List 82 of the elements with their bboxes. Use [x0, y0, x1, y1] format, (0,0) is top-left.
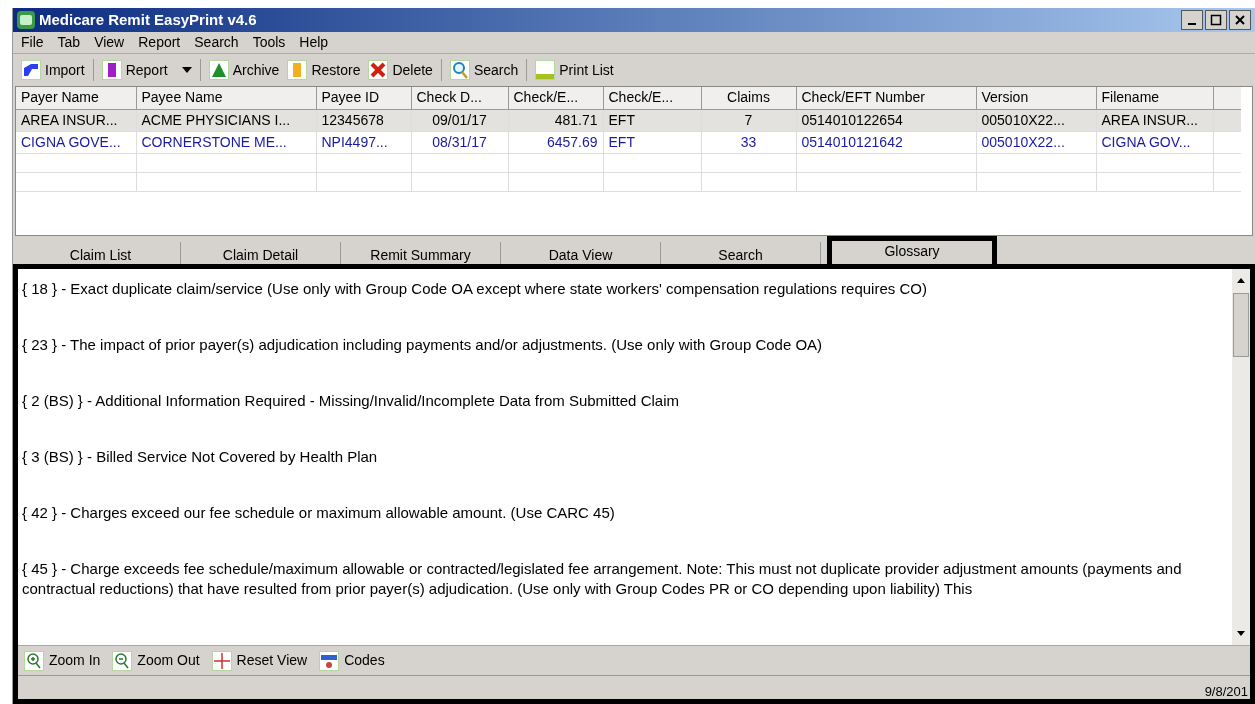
- table-cell: AREA INSUR...: [16, 109, 136, 131]
- close-button[interactable]: [1229, 10, 1251, 30]
- table-cell: 6457.69: [508, 131, 603, 153]
- column-header[interactable]: Version: [976, 87, 1096, 109]
- search-icon: [449, 60, 470, 80]
- maximize-icon: [1210, 14, 1222, 26]
- status-date: 9/8/201: [1204, 685, 1249, 699]
- table-cell: 0514010121642: [796, 131, 976, 153]
- table-cell: 005010X22...: [976, 131, 1096, 153]
- glossary-entry: { 3 (BS) } - Billed Service Not Covered by Health Plan: [22, 447, 379, 467]
- menu-item[interactable]: View: [94, 32, 125, 53]
- menu-item[interactable]: Search: [194, 32, 239, 53]
- column-header[interactable]: Check/E...: [603, 87, 701, 109]
- table-cell: 005010X22...: [976, 109, 1096, 131]
- window-title: Medicare Remit EasyPrint v4.6: [39, 9, 257, 30]
- table-cell: CIGNA GOV...: [1096, 131, 1213, 153]
- toolbar-button[interactable]: Report: [97, 57, 196, 83]
- tab[interactable]: Claim List: [21, 242, 181, 264]
- menu-item[interactable]: Tools: [252, 32, 286, 53]
- table-cell: AREA INSUR...: [1096, 109, 1213, 131]
- app-logo-icon: [17, 11, 35, 29]
- codes-icon: [319, 650, 340, 671]
- table-cell: 08/31/17: [411, 131, 508, 153]
- table-cell: 0514010122654: [796, 109, 976, 131]
- glossary-entry: { 45 } - Charge exceeds fee schedule/maximum allowable or contracted/legislated fee arrangement. Note: This must not duplicate provider adjustment amounts (payments and contractual reductions) that have resulted from prior payer(s) adjudication. (Use only with Group Codes PR or CO depending upon liability) This: [22, 559, 1183, 599]
- table-cell: EFT: [603, 131, 701, 153]
- column-header[interactable]: Claims: [701, 87, 796, 109]
- tab[interactable]: Remit Summary: [341, 242, 501, 264]
- glossary-entry: { 2 (BS) } - Additional Information Required - Missing/Invalid/Incomplete Data from Submitted Claim: [22, 391, 680, 411]
- column-header[interactable]: Check D...: [411, 87, 508, 109]
- column-header[interactable]: Payee Name: [136, 87, 316, 109]
- tab[interactable]: Data View: [501, 242, 661, 264]
- table-cell: 33: [701, 131, 796, 153]
- menu-item[interactable]: Help: [299, 32, 329, 53]
- glossary-entry: { 42 } - Charges exceed our fee schedule or maximum allowable amount. (Use CARC 45): [22, 503, 616, 523]
- toolbar-button[interactable]: Zoom Out: [112, 650, 200, 671]
- table-cell: NPI4497...: [316, 131, 411, 153]
- printer-icon: [535, 60, 556, 80]
- toolbar-button[interactable]: Reset View: [211, 650, 308, 671]
- document-icon: [287, 60, 308, 80]
- table-row[interactable]: CIGNA GOVE... CORNERSTONE ME... NPI4497... 08/31/17 6457.69 EFT 33 0514010121642 005010X22... CIGNA GOV...: [16, 131, 1241, 153]
- toolbar-button[interactable]: Print List: [531, 57, 618, 83]
- toolbar-button[interactable]: Codes: [319, 650, 385, 671]
- crosshair-icon: [211, 650, 232, 671]
- scrollbar-thumb[interactable]: [1233, 293, 1249, 357]
- zoom-in-icon: [24, 650, 44, 671]
- toolbar-button[interactable]: Restore: [283, 57, 365, 83]
- close-icon: [1234, 14, 1246, 26]
- menu-item[interactable]: File: [21, 32, 44, 53]
- tab[interactable]: Search: [661, 242, 821, 264]
- maximize-button[interactable]: [1205, 10, 1227, 30]
- column-header[interactable]: Check/E...: [508, 87, 603, 109]
- table-row[interactable]: AREA INSUR... ACME PHYSICIANS I... 12345678 09/01/17 481.71 EFT 7 0514010122654 005010X22... AREA INSUR...: [16, 109, 1241, 131]
- table-cell: 481.71: [508, 109, 603, 131]
- column-header[interactable]: Check/EFT Number: [796, 87, 976, 109]
- triangle-icon: [208, 60, 229, 80]
- toolbar-button[interactable]: Archive: [204, 57, 284, 83]
- menu-item[interactable]: Report: [138, 32, 181, 53]
- tab[interactable]: Claim Detail: [181, 242, 341, 264]
- document-icon: [101, 60, 122, 80]
- minimize-button[interactable]: [1181, 10, 1203, 30]
- table-cell: EFT: [603, 109, 701, 131]
- table-cell: 12345678: [316, 109, 411, 131]
- menu-item[interactable]: Tab: [57, 32, 81, 53]
- table-cell: 7: [701, 109, 796, 131]
- toolbar-button[interactable]: Delete: [364, 57, 437, 83]
- column-header[interactable]: Filename: [1096, 87, 1213, 109]
- toolbar-button[interactable]: Zoom In: [24, 650, 101, 671]
- table-cell: ACME PHYSICIANS I...: [136, 109, 316, 131]
- minimize-icon: [1188, 23, 1196, 25]
- column-header[interactable]: Payer Name: [16, 87, 136, 109]
- toolbar-button[interactable]: Search: [445, 57, 523, 83]
- tab[interactable]: Glossary: [827, 236, 997, 264]
- table-cell: CIGNA GOVE...: [16, 131, 136, 153]
- table-cell: 09/01/17: [411, 109, 508, 131]
- table-cell: CORNERSTONE ME...: [136, 131, 316, 153]
- column-header[interactable]: Payee ID: [316, 87, 411, 109]
- zoom-out-icon: [112, 650, 133, 671]
- glossary-entry: { 18 } - Exact duplicate claim/service (Use only with Group Code OA except where state workers' compensation regulations requires CO): [22, 279, 928, 299]
- close-icon: [368, 60, 389, 80]
- glossary-entry: { 23 } - The impact of prior payer(s) adjudication including payments and/or adjustments. (Use only with Group Code OA): [22, 335, 824, 355]
- toolbar-button[interactable]: Import: [17, 57, 89, 83]
